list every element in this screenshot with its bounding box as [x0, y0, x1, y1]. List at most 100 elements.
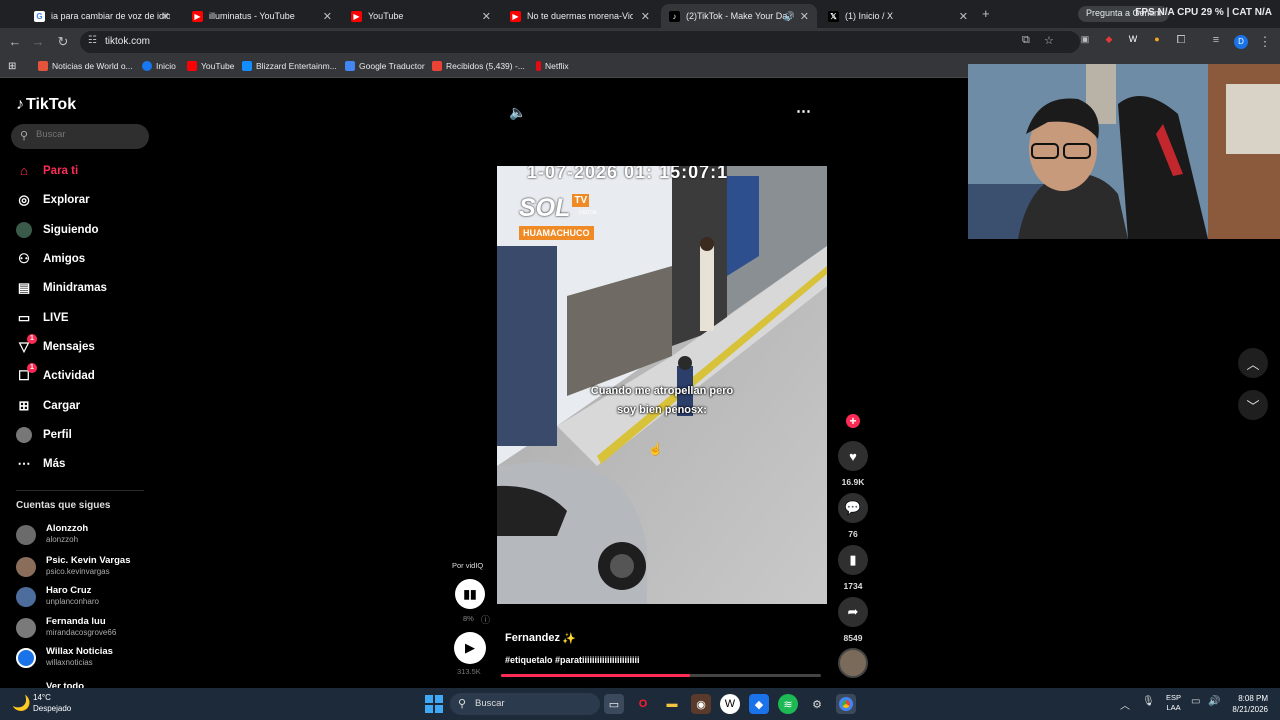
bookmark-google-traductor[interactable]: Google Traductor	[345, 61, 425, 71]
volume-icon[interactable]: 🔊	[1208, 696, 1220, 707]
spotify-icon[interactable]: ≋	[778, 694, 798, 714]
microphone-icon[interactable]: 🎙	[1142, 696, 1155, 707]
clock[interactable]: 8:08 PM 8/21/2026	[1226, 693, 1268, 715]
following-account[interactable]: Psic. Kevin Vargas psico.kevinvargas	[16, 553, 156, 579]
install-icon[interactable]: ⧉	[1022, 34, 1030, 47]
opera-icon[interactable]: O	[633, 694, 653, 714]
bookmark-blizzard[interactable]: Blizzard Entertainm...	[242, 61, 337, 71]
save-button[interactable]: ▮	[838, 545, 868, 575]
video-hashtags[interactable]: #etiquetalo #paratiiiiiiiiiiiiiiiiiiiiii…	[505, 655, 640, 665]
nav-mas[interactable]: ⋯ Más	[16, 452, 156, 476]
following-icon	[16, 222, 32, 238]
tiktok-logo[interactable]: ♪ TikTok	[16, 96, 76, 114]
site-info-icon[interactable]: ☷	[88, 35, 97, 46]
tab-youtube[interactable]: ▶ YouTube ✕	[343, 4, 499, 28]
speaker-icon[interactable]: 🔊	[784, 11, 795, 22]
more-options-icon[interactable]: ⋯	[796, 102, 811, 120]
previous-video-button[interactable]: ︿	[1238, 348, 1268, 378]
nav-mensajes[interactable]: ▽ 1 Mensajes	[16, 334, 156, 359]
chrome-icon[interactable]	[836, 694, 856, 714]
new-tab-button[interactable]: +	[982, 6, 990, 21]
avatar	[16, 618, 36, 638]
chevron-up-icon: ︿	[1246, 356, 1260, 372]
task-view-icon[interactable]: ▭	[604, 694, 624, 714]
following-account[interactable]: Willax Noticias willaxnoticias	[16, 644, 156, 670]
reading-list-icon[interactable]: ≡	[1208, 34, 1224, 46]
tab-no-te-duermas[interactable]: ▶ No te duermas morena-Videos ✕	[502, 4, 658, 28]
close-icon[interactable]: ✕	[323, 10, 332, 23]
menu-kebab-icon[interactable]: ⋮	[1257, 34, 1273, 50]
url-text[interactable]: tiktok.com	[105, 36, 150, 47]
nav-actividad[interactable]: ☐ 1 Actividad	[16, 363, 156, 388]
weather-icon[interactable]: 🌙	[12, 694, 31, 712]
extension-icon[interactable]: ▣	[1077, 34, 1093, 45]
bookmark-gmail[interactable]: Recibidos (5,439) -...	[432, 61, 525, 71]
nav-para-ti[interactable]: ⌂ Para ti	[16, 159, 156, 183]
bookmark-star-icon[interactable]: ☆	[1044, 34, 1054, 47]
apps-grid-icon[interactable]: ⊞	[8, 61, 16, 72]
following-account[interactable]: Alonzzoh alonzzoh	[16, 521, 156, 547]
back-icon[interactable]: ←	[7, 34, 23, 49]
extension-icon[interactable]: ●	[1149, 34, 1165, 44]
nav-cargar[interactable]: ⊞ Cargar	[16, 394, 156, 418]
info-icon[interactable]: ⓘ	[481, 613, 490, 626]
tab-tiktok[interactable]: ♪ (2)TikTok - Make Your Day 🔊 ✕	[661, 4, 817, 28]
view-count: 313.5K	[457, 667, 481, 676]
bookmark-youtube[interactable]: YouTube	[187, 61, 234, 71]
nav-live[interactable]: ▭ LIVE	[16, 306, 156, 330]
tiktok-icon: ♪	[16, 96, 24, 113]
tab-x[interactable]: 𝕏 (1) Inicio / X ✕	[820, 4, 976, 28]
close-icon[interactable]: ✕	[161, 10, 170, 23]
network-icon[interactable]: ▭	[1191, 696, 1200, 707]
stats-button[interactable]: ▮▮	[455, 579, 485, 609]
bookmark-noticias[interactable]: Noticias de World o...	[38, 61, 133, 71]
windows-start-icon[interactable]	[425, 695, 443, 713]
follow-plus-button[interactable]: +	[846, 414, 860, 428]
like-button[interactable]: ♥	[838, 441, 868, 471]
sound-avatar[interactable]	[838, 648, 868, 678]
share-button[interactable]: ➦	[838, 597, 868, 627]
following-account[interactable]: Haro Cruz unplanconharo	[16, 583, 156, 609]
tray-chevron-icon[interactable]: ︿	[1120, 697, 1130, 712]
more-icon: ⋯	[17, 456, 31, 471]
nav-minidramas[interactable]: ▤ Minidramas	[16, 276, 156, 300]
weather-temp: 14°C	[33, 693, 51, 702]
extension-icon[interactable]: W	[1125, 34, 1141, 44]
close-icon[interactable]: ✕	[959, 10, 968, 23]
steam-icon[interactable]: ⚙	[807, 694, 827, 714]
following-account[interactable]: Fernanda luu mirandacosgrove66	[16, 614, 156, 640]
nav-explorar[interactable]: ◎ Explorar	[16, 188, 156, 212]
bookmark-inicio[interactable]: Inicio	[142, 61, 176, 71]
search-input[interactable]	[36, 129, 141, 140]
language-indicator[interactable]: ESP LAA	[1166, 693, 1181, 713]
next-video-button[interactable]: ﹀	[1238, 390, 1268, 420]
nav-perfil[interactable]: Perfil	[16, 423, 156, 447]
tab-ia-voz[interactable]: G ia para cambiar de voz de idioma ✕	[26, 4, 178, 28]
search-box[interactable]: ⚲	[11, 124, 149, 149]
volume-icon[interactable]: 🔈	[509, 104, 526, 121]
home-icon: ⌂	[20, 163, 28, 178]
close-icon[interactable]: ✕	[641, 10, 650, 23]
tab-illuminatus[interactable]: ▶ illuminatus - YouTube ✕	[184, 4, 340, 28]
forward-icon[interactable]: →	[30, 34, 46, 49]
video-progress-bar[interactable]	[501, 674, 821, 677]
taskbar-search[interactable]: ⚲ Buscar	[450, 693, 600, 715]
gmail-icon	[432, 61, 442, 71]
address-bar[interactable]: ☷ tiktok.com ⧉ ☆	[80, 31, 1080, 53]
reload-icon[interactable]: ↻	[55, 34, 71, 50]
app-icon[interactable]: ◉	[691, 694, 711, 714]
nav-amigos[interactable]: ⚇ Amigos	[16, 247, 156, 271]
close-icon[interactable]: ✕	[482, 10, 491, 23]
comment-button[interactable]: 💬	[838, 493, 868, 523]
close-icon[interactable]: ✕	[800, 10, 809, 23]
video-author[interactable]: Fernandez ✨	[505, 632, 576, 645]
extension-icon[interactable]: ◆	[1101, 34, 1117, 45]
app-icon[interactable]: W	[720, 694, 740, 714]
extensions-puzzle-icon[interactable]: ⧠	[1173, 34, 1189, 47]
play-button[interactable]: ▶	[454, 632, 486, 664]
profile-avatar[interactable]: D	[1234, 35, 1248, 49]
nav-siguiendo[interactable]: Siguiendo	[16, 218, 156, 242]
bookmark-netflix[interactable]: Netflix	[536, 61, 569, 71]
file-explorer-icon[interactable]: ▬	[662, 694, 682, 714]
app-icon[interactable]: ◆	[749, 694, 769, 714]
